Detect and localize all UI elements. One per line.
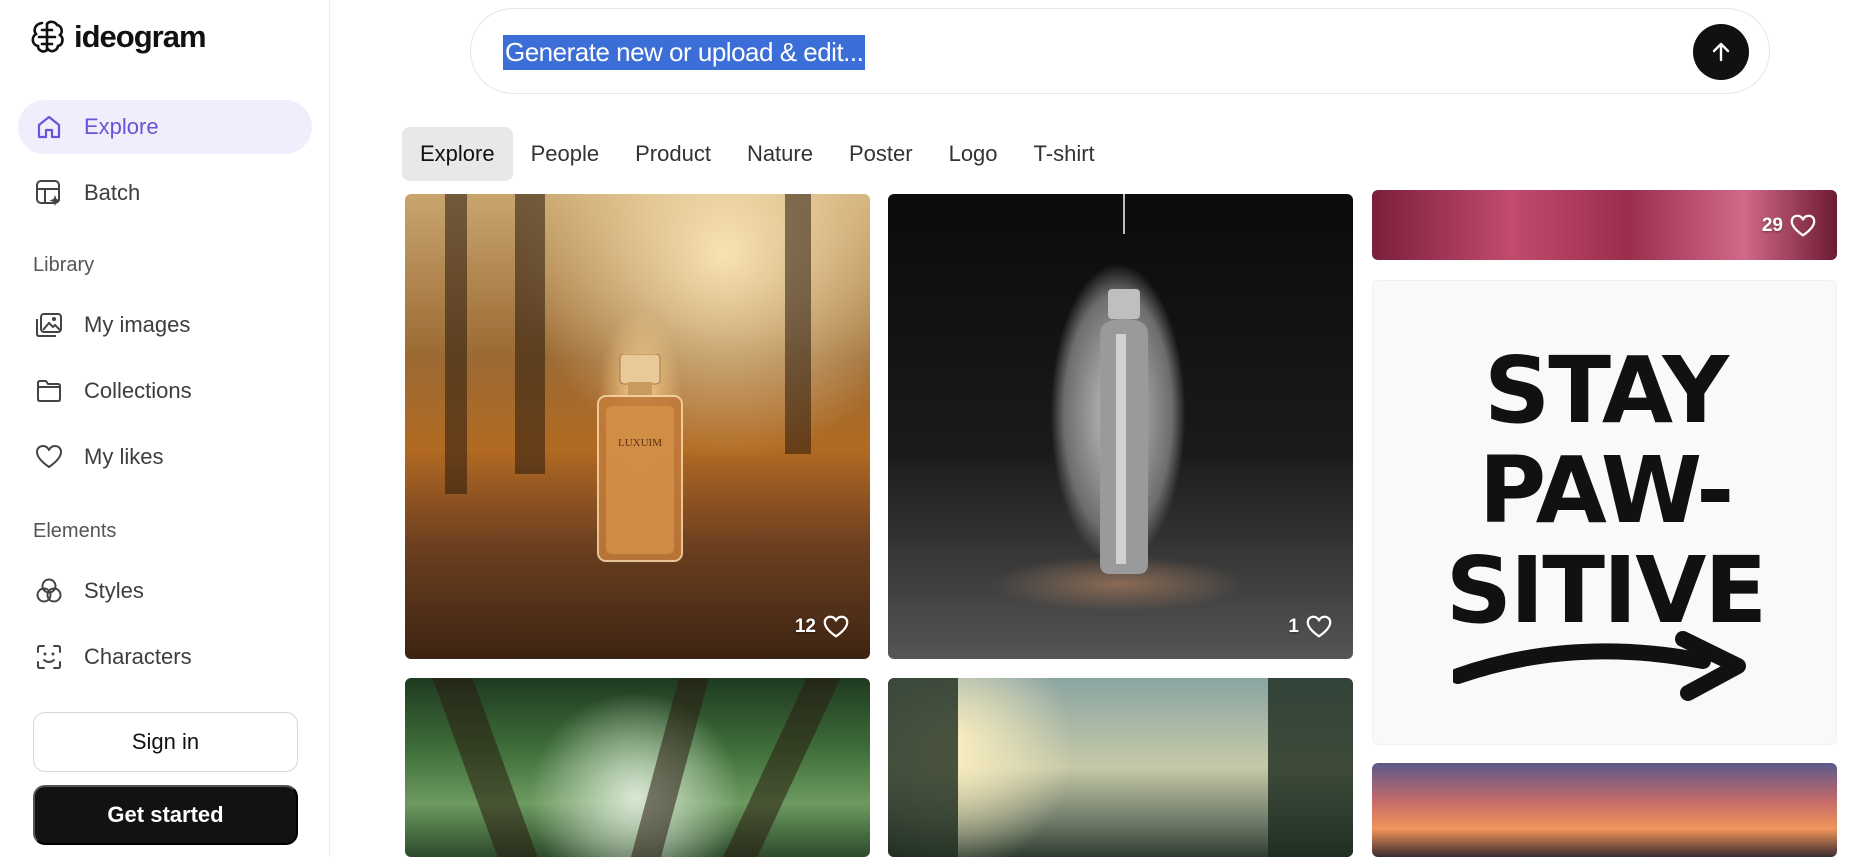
- prompt-placeholder[interactable]: Generate new or upload & edit...: [503, 35, 866, 70]
- gallery-image-pink-flowers[interactable]: 29: [1372, 190, 1837, 260]
- stay-pawsitive-artwork: STAY PAW- SITIVE: [1373, 337, 1836, 644]
- like-count-value: 1: [1288, 616, 1299, 637]
- like-count-value: 29: [1761, 215, 1783, 236]
- artwork-line: STAY: [1484, 337, 1729, 444]
- category-tabs: Explore People Product Nature Poster Log…: [402, 127, 1113, 181]
- heart-icon: [33, 441, 65, 473]
- like-count[interactable]: 1: [1288, 613, 1333, 641]
- tab-tshirt[interactable]: T-shirt: [1016, 127, 1113, 181]
- ideogram-logo-icon: [31, 20, 64, 53]
- perfume-bottle: LUXUIM: [597, 354, 683, 562]
- sidebar-item-characters[interactable]: Characters: [18, 630, 312, 684]
- tab-logo[interactable]: Logo: [931, 127, 1016, 181]
- images-icon: [33, 309, 65, 341]
- gallery-image-perfume[interactable]: LUXUIM 12: [405, 194, 870, 659]
- tab-poster[interactable]: Poster: [831, 127, 931, 181]
- like-count[interactable]: 29: [1762, 212, 1817, 240]
- sidebar-item-label: Characters: [84, 644, 192, 669]
- tab-explore[interactable]: Explore: [402, 127, 513, 181]
- tab-product[interactable]: Product: [617, 127, 729, 181]
- tree-line: [888, 678, 958, 857]
- sidebar-item-label: Batch: [84, 180, 141, 205]
- folder-icon: [33, 375, 65, 407]
- tree-trunk: [785, 194, 811, 454]
- artwork-line: PAW-: [1478, 437, 1735, 544]
- like-count[interactable]: 12: [795, 613, 850, 641]
- sidebar-item-label: My likes: [84, 444, 164, 469]
- brand-name: ideogram: [74, 19, 207, 54]
- sign-in-button[interactable]: Sign in: [33, 712, 298, 772]
- tree-line: [1268, 678, 1353, 857]
- home-icon: [33, 111, 65, 143]
- gallery-image-misty-valley[interactable]: [888, 678, 1353, 857]
- get-started-button[interactable]: Get started: [33, 785, 298, 845]
- sidebar-item-styles[interactable]: Styles: [18, 564, 312, 618]
- send-button[interactable]: [1693, 24, 1749, 80]
- styles-icon: [33, 575, 65, 607]
- batch-icon: [33, 177, 65, 209]
- gallery-image-bottle[interactable]: 1: [888, 194, 1353, 659]
- tab-nature[interactable]: Nature: [729, 127, 831, 181]
- characters-icon: [33, 641, 65, 673]
- gallery-image-stay-pawsitive[interactable]: STAY PAW- SITIVE: [1372, 280, 1837, 745]
- elements-section-label: Elements: [33, 520, 117, 542]
- gallery-image-sunset[interactable]: [1372, 763, 1837, 857]
- heart-icon: [823, 615, 849, 638]
- gallery-image-forest[interactable]: [405, 678, 870, 857]
- sidebar-item-collections[interactable]: Collections: [18, 364, 312, 418]
- artwork-line: SITIVE: [1445, 537, 1768, 644]
- heart-icon: [1306, 615, 1332, 638]
- tree-trunk: [445, 194, 467, 494]
- tree-trunk: [723, 678, 841, 857]
- logo[interactable]: ideogram: [28, 18, 207, 56]
- arrow-graphic-icon: [1453, 631, 1746, 701]
- library-section-label: Library: [33, 254, 95, 276]
- heart-icon: [1790, 214, 1816, 237]
- like-count-value: 12: [794, 616, 816, 637]
- tree-trunk: [631, 678, 709, 857]
- sidebar-item-label: My images: [84, 312, 191, 337]
- tree-trunk: [432, 678, 538, 857]
- tree-trunk: [515, 194, 545, 474]
- tab-people[interactable]: People: [513, 127, 618, 181]
- sidebar-item-label: Collections: [84, 378, 192, 403]
- sidebar: ideogram Explore Batch Library My images…: [0, 0, 330, 857]
- sidebar-item-batch[interactable]: Batch: [18, 166, 312, 220]
- sidebar-item-label: Styles: [84, 578, 144, 603]
- prompt-input[interactable]: Generate new or upload & edit...: [470, 8, 1770, 94]
- sidebar-item-my-images[interactable]: My images: [18, 298, 312, 352]
- sidebar-item-label: Explore: [84, 114, 159, 139]
- perfume-label: LUXUIM: [618, 437, 662, 449]
- arrow-up-icon: [1712, 42, 1730, 62]
- steel-bottle: [1100, 194, 1148, 574]
- sidebar-item-explore[interactable]: Explore: [18, 100, 312, 154]
- sidebar-item-my-likes[interactable]: My likes: [18, 430, 312, 484]
